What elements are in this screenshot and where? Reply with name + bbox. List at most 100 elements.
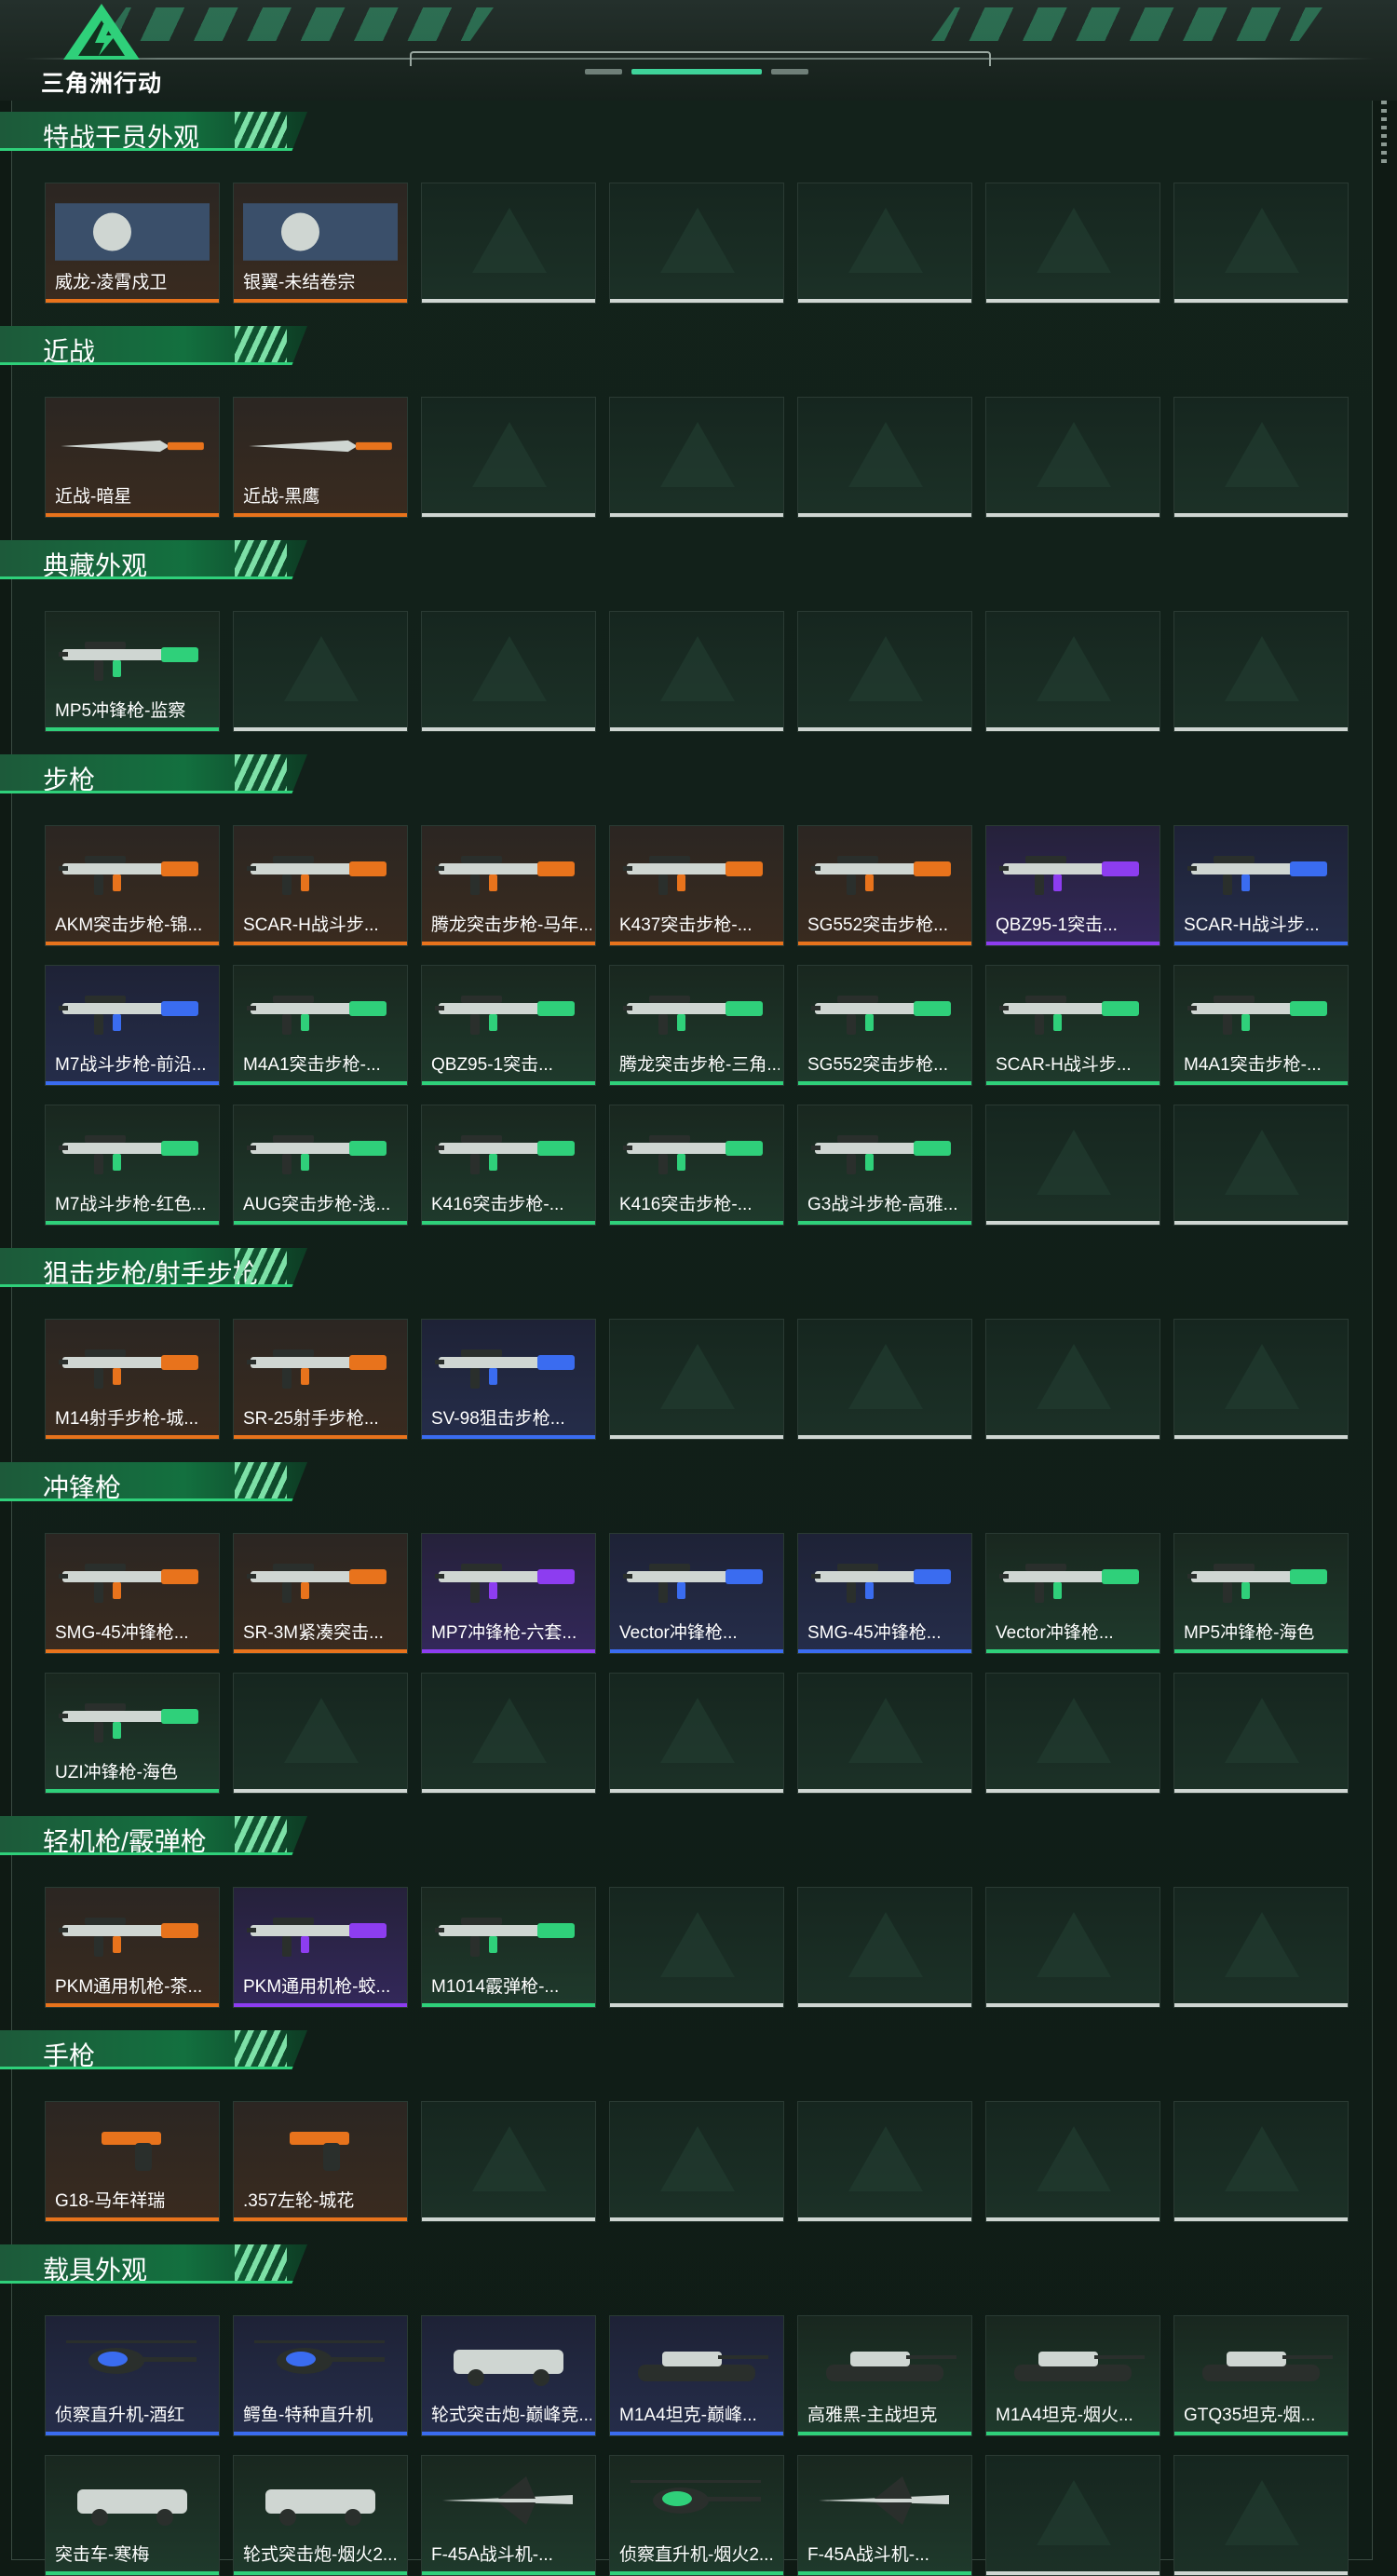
- vehicle-icon: [265, 2489, 375, 2526]
- item-card[interactable]: SR-25射手步枪...: [233, 1319, 408, 1440]
- rifle-icon: [59, 856, 198, 895]
- item-card[interactable]: F-45A战斗机-...: [421, 2455, 596, 2576]
- rarity-bar: [610, 1081, 783, 1085]
- item-card[interactable]: K416突击步枪-...: [421, 1105, 596, 1226]
- item-card[interactable]: MP5冲锋枪-海色: [1173, 1533, 1349, 1654]
- empty-slot-bar: [798, 2217, 971, 2221]
- rarity-bar: [986, 1081, 1160, 1085]
- item-card[interactable]: 轮式突击炮-烟火2...: [233, 2455, 408, 2576]
- item-card[interactable]: M4A1突击步枪-...: [233, 965, 408, 1086]
- item-card[interactable]: 近战-黑鹰: [233, 397, 408, 518]
- rarity-bar: [422, 2003, 595, 2007]
- item-label: MP5冲锋枪-海色: [1184, 1623, 1315, 1643]
- empty-slot: [985, 2101, 1160, 2222]
- item-card[interactable]: M1A4坦克-烟火...: [985, 2315, 1160, 2436]
- empty-slot: [609, 611, 784, 732]
- item-card[interactable]: SCAR-H战斗步...: [233, 825, 408, 946]
- item-card[interactable]: SMG-45冲锋枪...: [797, 1533, 972, 1654]
- empty-slot-bar: [986, 2571, 1160, 2575]
- item-card[interactable]: AKM突击步枪-锦...: [45, 825, 220, 946]
- helicopter-icon: [66, 2340, 197, 2374]
- item-label: K416突击步枪-...: [431, 1195, 564, 1214]
- item-label: K437突击步枪-...: [619, 915, 753, 935]
- empty-slot: [421, 611, 596, 732]
- section-decor-slashes: [235, 326, 287, 365]
- item-card[interactable]: F-45A战斗机-...: [797, 2455, 972, 2576]
- rifle-icon: [623, 856, 763, 895]
- item-card[interactable]: M1A4坦克-巅峰...: [609, 2315, 784, 2436]
- vehicle-icon: [454, 2350, 563, 2386]
- item-label: SV-98狙击步枪...: [431, 1409, 565, 1429]
- item-card[interactable]: MP7冲锋枪-六套...: [421, 1533, 596, 1654]
- item-card[interactable]: K416突击步枪-...: [609, 1105, 784, 1226]
- item-card[interactable]: Vector冲锋枪...: [609, 1533, 784, 1654]
- item-card[interactable]: 腾龙突击步枪-三角...: [609, 965, 784, 1086]
- tank-icon: [638, 2352, 768, 2381]
- item-card[interactable]: QBZ95-1突击...: [421, 965, 596, 1086]
- item-card[interactable]: M14射手步枪-城...: [45, 1319, 220, 1440]
- rifle-icon: [435, 856, 575, 895]
- item-card[interactable]: 鳄鱼-特种直升机: [233, 2315, 408, 2436]
- item-card[interactable]: M7战斗步枪-红色...: [45, 1105, 220, 1226]
- item-label: K416突击步枪-...: [619, 1195, 753, 1214]
- item-card[interactable]: SCAR-H战斗步...: [985, 965, 1160, 1086]
- tank-icon: [826, 2352, 956, 2381]
- section-underline: [0, 2281, 307, 2284]
- item-label: M4A1突击步枪-...: [243, 1055, 381, 1075]
- item-card[interactable]: GTQ35坦克-烟...: [1173, 2315, 1349, 2436]
- item-card[interactable]: SMG-45冲锋枪...: [45, 1533, 220, 1654]
- section-decor-slashes: [235, 2244, 287, 2284]
- item-card[interactable]: SR-3M紧凑突击...: [233, 1533, 408, 1654]
- item-card[interactable]: 突击车-寒梅: [45, 2455, 220, 2576]
- item-card[interactable]: Vector冲锋枪...: [985, 1533, 1160, 1654]
- item-card[interactable]: .357左轮-城花: [233, 2101, 408, 2222]
- item-card[interactable]: AUG突击步枪-浅...: [233, 1105, 408, 1226]
- item-card[interactable]: M7战斗步枪-前沿...: [45, 965, 220, 1086]
- empty-slot-bar: [422, 299, 595, 303]
- empty-slot-bar: [986, 1789, 1160, 1793]
- item-card[interactable]: QBZ95-1突击...: [985, 825, 1160, 946]
- item-label: 侦察直升机-烟火2...: [619, 2545, 774, 2565]
- item-card[interactable]: G18-马年祥瑞: [45, 2101, 220, 2222]
- empty-slot: [421, 183, 596, 304]
- empty-slot-bar: [986, 2003, 1160, 2007]
- smg-icon: [247, 1564, 387, 1603]
- item-card[interactable]: 侦察直升机-烟火2...: [609, 2455, 784, 2576]
- item-label: MP5冲锋枪-监察: [55, 701, 186, 721]
- empty-slot-bar: [610, 2217, 783, 2221]
- item-card[interactable]: PKM通用机枪-蛟...: [233, 1887, 408, 2008]
- item-label: M7战斗步枪-前沿...: [55, 1055, 207, 1075]
- item-card[interactable]: SG552突击步枪...: [797, 965, 972, 1086]
- vehicle-icon: [77, 2489, 187, 2526]
- item-card[interactable]: M1014霰弹枪-...: [421, 1887, 596, 2008]
- item-label: SG552突击步枪...: [807, 1055, 948, 1075]
- item-card[interactable]: PKM通用机枪-茶...: [45, 1887, 220, 2008]
- item-label: G3战斗步枪-高雅...: [807, 1195, 958, 1214]
- pistol-icon: [102, 2132, 161, 2171]
- item-card[interactable]: UZI冲锋枪-海色: [45, 1673, 220, 1794]
- item-card[interactable]: 高雅黑-主战坦克: [797, 2315, 972, 2436]
- item-card[interactable]: G3战斗步枪-高雅...: [797, 1105, 972, 1226]
- rifle-icon: [247, 996, 387, 1035]
- item-card[interactable]: 近战-暗星: [45, 397, 220, 518]
- item-label: M4A1突击步枪-...: [1184, 1055, 1322, 1075]
- item-card[interactable]: SV-98狙击步枪...: [421, 1319, 596, 1440]
- section-underline: [0, 1284, 307, 1287]
- rarity-bar: [422, 1221, 595, 1225]
- rarity-bar: [46, 513, 219, 517]
- item-card[interactable]: 轮式突击炮-巅峰竞...: [421, 2315, 596, 2436]
- scrollbar-handle[interactable]: [1381, 101, 1387, 166]
- section-header: 手枪: [0, 2030, 307, 2069]
- item-card[interactable]: K437突击步枪-...: [609, 825, 784, 946]
- item-card[interactable]: 银翼-未结卷宗: [233, 183, 408, 304]
- item-card[interactable]: M4A1突击步枪-...: [1173, 965, 1349, 1086]
- item-card[interactable]: MP5冲锋枪-监察: [45, 611, 220, 732]
- item-card[interactable]: SCAR-H战斗步...: [1173, 825, 1349, 946]
- empty-slot-bar: [1174, 513, 1348, 517]
- empty-slot-bar: [610, 1435, 783, 1439]
- item-card[interactable]: 威龙-凌霄戍卫: [45, 183, 220, 304]
- item-card[interactable]: SG552突击步枪...: [797, 825, 972, 946]
- item-card[interactable]: 腾龙突击步枪-马年...: [421, 825, 596, 946]
- rarity-bar: [610, 1649, 783, 1653]
- item-card[interactable]: 侦察直升机-酒红: [45, 2315, 220, 2436]
